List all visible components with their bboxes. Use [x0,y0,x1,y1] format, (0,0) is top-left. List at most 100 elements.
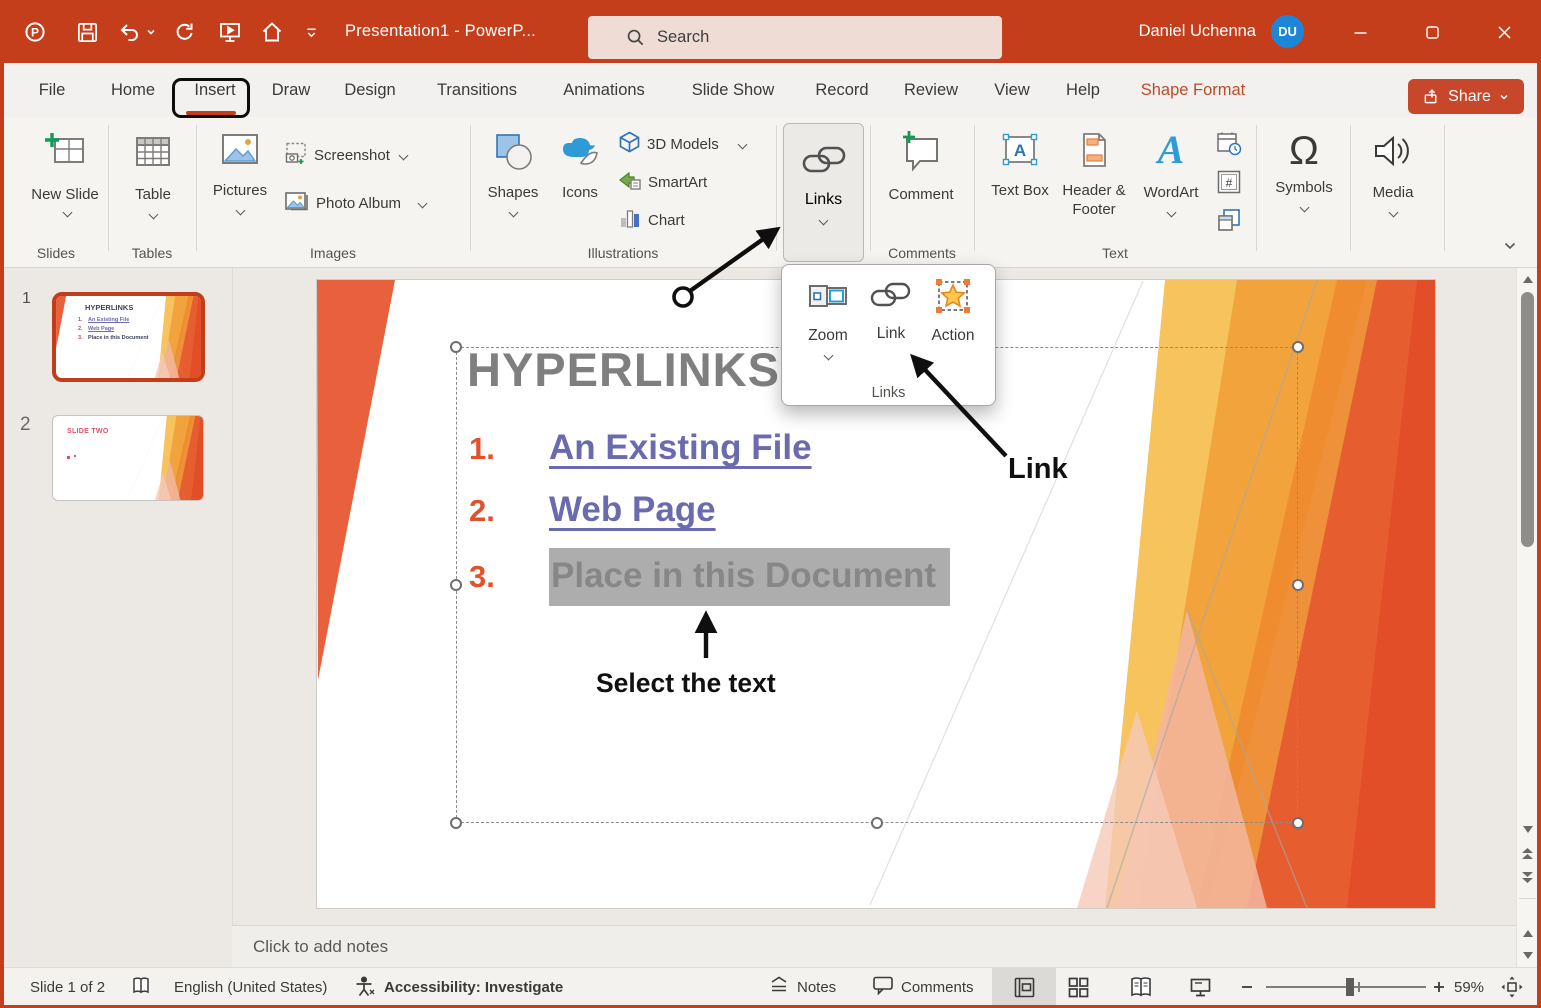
titlebar: P Presentation1 - PowerP... Search [0,0,1541,63]
save-icon[interactable] [74,19,100,45]
zoom-percentage[interactable]: 59% [1454,968,1484,1006]
spellcheck-icon[interactable] [130,968,152,1006]
tab-draw[interactable]: Draw [262,63,320,117]
redo-icon[interactable] [172,19,198,45]
new-slide-button[interactable]: New Slide [28,129,102,223]
ribbon: New Slide Slides Table Tables Pictures S… [4,117,1537,268]
slide1-thumbnail[interactable]: HYPERLINKS 1. An Existing File 2. Web Pa… [52,292,205,382]
date-time-icon[interactable] [1216,131,1242,162]
tab-home[interactable]: Home [100,63,166,117]
wordart-button[interactable]: A WordArt [1138,129,1204,216]
selection-handle-bottom-middle[interactable] [871,817,883,829]
language-indicator[interactable]: English (United States) [174,968,327,1006]
tab-design[interactable]: Design [334,63,406,117]
tab-shape-format[interactable]: Shape Format [1128,63,1258,117]
tab-animations[interactable]: Animations [550,63,658,117]
vertical-scrollbar [1516,268,1537,967]
scrollbar-divider [1519,898,1536,899]
user-name[interactable]: Daniel Uchenna [1139,0,1256,63]
previous-slide-icon[interactable] [1517,844,1538,862]
selection-handle-middle-left[interactable] [450,579,462,591]
new-slide-label: New Slide [31,186,99,203]
tab-record[interactable]: Record [808,63,876,117]
selection-handle-bottom-left[interactable] [450,817,462,829]
collapse-ribbon-chevron-icon[interactable] [1496,235,1524,257]
tab-help[interactable]: Help [1058,63,1108,117]
accessibility-status[interactable]: Accessibility: Investigate [384,968,563,1006]
tab-file[interactable]: File [28,63,76,117]
slide-indicator[interactable]: Slide 1 of 2 [30,968,105,1006]
zoom-in-icon[interactable] [1432,968,1446,1006]
tab-insert[interactable]: Insert [182,63,248,117]
selection-handle-top-right[interactable] [1292,341,1304,353]
screenshot-button[interactable]: Screenshot [284,141,407,169]
undo-icon[interactable] [117,19,143,45]
wordart-label: WordArt [1144,183,1199,202]
selection-handle-middle-right[interactable] [1292,579,1304,591]
slide-number-icon[interactable]: # [1216,169,1242,200]
view-slide-sorter-button[interactable] [1066,968,1091,1006]
scrollbar-thumb[interactable] [1521,292,1534,547]
close-button[interactable] [1481,14,1527,50]
undo-dropdown-chevron-icon[interactable] [145,19,157,45]
links-button[interactable]: Links [783,123,864,262]
thumb1-item1: An Existing File [88,317,129,323]
menu-item-link[interactable]: Link [864,275,918,343]
photo-album-button[interactable]: Photo Album [284,189,426,217]
tab-review[interactable]: Review [896,63,966,117]
fit-slide-to-window-icon[interactable] [1500,968,1524,1006]
start-slideshow-icon[interactable] [217,19,243,45]
view-reading-button[interactable] [1128,968,1154,1006]
notes-scroll-up-icon[interactable] [1517,924,1538,942]
comment-button[interactable]: Comment [884,129,958,204]
pictures-button[interactable]: Pictures [208,129,272,214]
header-footer-button[interactable]: Header & Footer [1058,129,1130,219]
avatar[interactable]: DU [1271,15,1304,48]
share-button[interactable]: Share [1408,79,1524,114]
selection-handle-top-left[interactable] [450,341,462,353]
svg-text:P: P [31,26,39,40]
chart-button[interactable]: Chart [618,207,685,234]
accessibility-icon[interactable] [354,968,376,1006]
scroll-down-icon[interactable] [1517,820,1538,838]
notes-toggle-button[interactable]: Notes [768,968,836,1006]
view-slideshow-button[interactable] [1188,968,1213,1006]
scroll-up-icon[interactable] [1517,270,1538,288]
tab-slide-show[interactable]: Slide Show [680,63,786,117]
search-input[interactable]: Search [588,16,1002,59]
notes-scroll-down-icon[interactable] [1517,946,1538,964]
zoom-slider-thumb[interactable] [1346,978,1354,996]
maximize-button[interactable] [1409,14,1455,50]
group-divider [1256,125,1257,251]
icons-button[interactable]: Icons [552,129,608,202]
slide1-number: 1 [22,290,31,308]
tab-view[interactable]: View [986,63,1038,117]
menu-item-action[interactable]: Action [922,275,984,345]
tab-transitions[interactable]: Transitions [426,63,528,117]
smartart-button[interactable]: SmartArt [618,169,707,196]
selection-handle-bottom-right[interactable] [1292,817,1304,829]
table-button[interactable]: Table [122,129,184,218]
next-slide-icon[interactable] [1517,868,1538,886]
group-label-tables: Tables [108,245,196,263]
quick-access-customize-icon[interactable] [303,19,319,45]
textbox-selection-border[interactable] [456,347,1298,823]
screenshot-icon [284,141,308,169]
shapes-button[interactable]: Shapes [482,129,544,216]
text-box-icon: A [998,129,1042,176]
table-chevron-icon [148,210,158,220]
notes-pane[interactable]: Click to add notes [232,925,1516,967]
menu-item-zoom[interactable]: Zoom [796,275,860,359]
zoom-out-icon[interactable] [1240,968,1254,1006]
comments-toggle-button[interactable]: Comments [872,968,974,1006]
shapes-icon [491,129,535,178]
media-button[interactable]: Media [1360,129,1426,216]
view-normal-button[interactable] [992,968,1056,1006]
3d-models-button[interactable]: 3D Models [618,131,746,158]
minimize-button[interactable] [1337,14,1383,50]
text-box-button[interactable]: A Text Box [990,129,1050,200]
symbols-button[interactable]: Ω Symbols [1270,129,1338,211]
object-icon[interactable] [1216,207,1242,238]
slide2-thumbnail[interactable]: SLIDE TWO [52,415,204,501]
home-icon[interactable] [259,19,285,45]
